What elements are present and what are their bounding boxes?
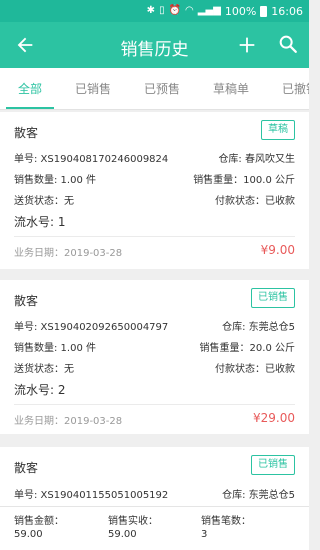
summary-sales-amount: 销售金额： 59.00 [14, 515, 64, 541]
tab-draft[interactable]: 草稿单 [213, 68, 249, 109]
alarm-icon: ⏰ [168, 5, 182, 16]
order-row-number: 单号: XS190401155051005192 仓库: 东莞总仓5 [14, 486, 295, 501]
order-quantity: 销售数量: 1.00 件 [14, 343, 96, 354]
summary-sales-amount-value: 59.00 [14, 529, 43, 540]
order-weight: 销售重量：100.0 公斤 [193, 175, 295, 186]
status-badge: 草稿 [261, 120, 295, 140]
tab-presold[interactable]: 已预售 [144, 68, 180, 109]
order-quantity: 销售数量: 1.00 件 [14, 175, 96, 186]
divider [14, 236, 295, 237]
summary-received-label: 销售实收： [108, 516, 158, 527]
tab-sold[interactable]: 已销售 [75, 68, 111, 109]
search-icon[interactable] [277, 33, 299, 55]
summary-sales-amount-label: 销售金额： [14, 516, 64, 527]
divider [14, 404, 295, 405]
order-date: 业务日期：2019-03-28 [14, 248, 123, 259]
tab-all[interactable]: 全部 [18, 68, 42, 109]
page-title: 销售历史 [120, 40, 189, 60]
order-row-status: 送货状态：无 付款状态：已收款 [14, 360, 295, 375]
order-payment: 付款状态：已收款 [215, 196, 295, 207]
order-customer: 散客 [14, 461, 39, 475]
summary-count-value: 3 [201, 529, 208, 540]
add-icon[interactable] [236, 34, 258, 56]
order-number: 单号: XS190408170246009824 [14, 154, 169, 165]
order-serial: 流水号: 2 [14, 383, 66, 397]
order-row-number: 单号: XS190408170246009824 仓库: 春风吹又生 [14, 150, 295, 165]
order-card[interactable]: 散客 草稿 单号: XS190408170246009824 仓库: 春风吹又生… [0, 112, 309, 269]
bluetooth-icon: ✱ [146, 5, 156, 16]
order-customer: 散客 [14, 126, 39, 140]
app-bar: 销售历史 [0, 22, 309, 68]
order-delivery: 送货状态：无 [14, 364, 74, 375]
summary-count: 销售笔数： 3 [201, 515, 251, 541]
summary-count-label: 销售笔数： [201, 516, 251, 527]
order-number: 单号: XS190401155051005192 [14, 490, 169, 501]
status-badge: 已销售 [251, 288, 295, 308]
order-row-quantity: 销售数量: 1.00 件 销售重量：20.0 公斤 [14, 339, 295, 354]
summary-received-value: 59.00 [108, 529, 137, 540]
battery-percent: 100% [224, 4, 257, 18]
tab-revoked[interactable]: 已撤销 [282, 68, 309, 109]
order-payment: 付款状态：已收款 [215, 364, 295, 375]
order-warehouse: 仓库: 东莞总仓5 [222, 322, 295, 333]
back-arrow-icon[interactable] [14, 34, 36, 56]
battery-icon [260, 5, 268, 17]
wifi-icon: ◠ [185, 5, 194, 16]
order-delivery: 送货状态：无 [14, 196, 74, 207]
status-time: 16:06 [271, 4, 303, 18]
order-warehouse: 仓库: 春风吹又生 [218, 154, 295, 165]
order-weight: 销售重量：20.0 公斤 [199, 343, 295, 354]
order-serial: 流水号: 1 [14, 215, 66, 229]
order-amount: ¥9.00 [260, 243, 295, 257]
status-bar: ✱ ▯ ⏰ ◠ ▂▄▆ 100% 16:06 [0, 0, 309, 22]
tab-bar: 全部 已销售 已预售 草稿单 已撤销 [0, 68, 309, 110]
vibrate-icon: ▯ [159, 5, 165, 16]
order-card[interactable]: 散客 已销售 单号: XS190402092650004797 仓库: 东莞总仓… [0, 280, 309, 434]
order-number: 单号: XS190402092650004797 [14, 322, 169, 333]
order-customer: 散客 [14, 294, 39, 308]
order-row-quantity: 销售数量: 1.00 件 销售重量：100.0 公斤 [14, 171, 295, 186]
summary-received: 销售实收： 59.00 [108, 515, 158, 541]
order-row-status: 送货状态：无 付款状态：已收款 [14, 192, 295, 207]
order-warehouse: 仓库: 东莞总仓5 [222, 490, 295, 501]
signal-icon: ▂▄▆ [197, 5, 221, 16]
tab-indicator [6, 107, 54, 109]
order-date: 业务日期：2019-03-28 [14, 416, 123, 427]
order-amount: ¥29.00 [253, 411, 295, 425]
order-card[interactable]: 散客 已销售 单号: XS190401155051005192 仓库: 东莞总仓… [0, 447, 309, 506]
status-badge: 已销售 [251, 455, 295, 475]
order-row-number: 单号: XS190402092650004797 仓库: 东莞总仓5 [14, 318, 295, 333]
sales-summary-footer: 销售金额： 59.00 销售实收： 59.00 销售笔数： 3 [0, 506, 309, 550]
